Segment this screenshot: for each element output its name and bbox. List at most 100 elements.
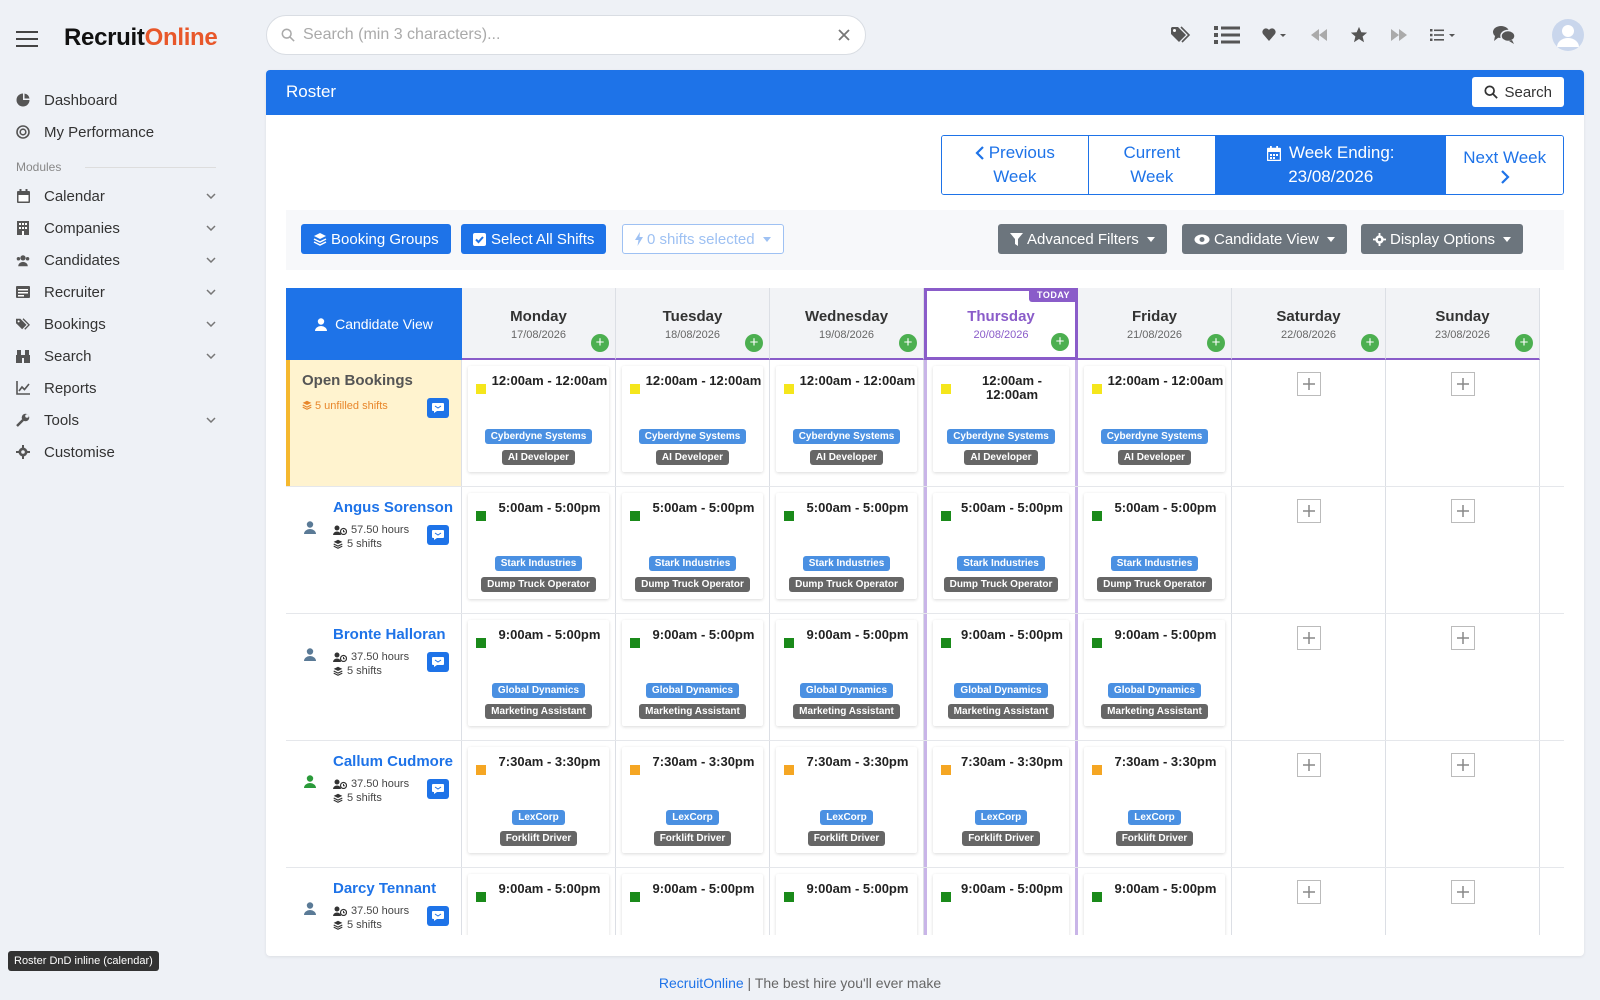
shift-card[interactable]: 9:00am - 5:00pm Global Dynamics Marketing …	[622, 620, 763, 726]
candidate-view-dropdown[interactable]: Candidate View	[1182, 224, 1347, 254]
shift-card[interactable]: 5:00am - 5:00pm Stark Industries Dump Truc…	[776, 493, 917, 599]
add-shift-button[interactable]: +	[591, 334, 609, 352]
add-shift-box-button[interactable]	[1450, 753, 1475, 777]
shift-card[interactable]: 5:00am - 5:00pm Stark Industries Dump Truc…	[622, 493, 763, 599]
sidebar-item-my-performance[interactable]: My Performance	[16, 116, 216, 148]
shift-card[interactable]: 9:00am - 5:00pm	[1084, 874, 1225, 935]
sidebar-item-dashboard[interactable]: Dashboard	[16, 84, 216, 116]
rewind-icon[interactable]	[1310, 28, 1328, 42]
shift-card[interactable]: 12:00am - 12:00am Cyberdyne Systems AI Dev…	[776, 366, 917, 472]
add-shift-box-button[interactable]	[1296, 880, 1321, 904]
day-cell: 7:30am - 3:30pm LexCorp Forklift Driver	[616, 741, 770, 867]
select-all-shifts-button[interactable]: Select All Shifts	[461, 224, 607, 254]
shift-card[interactable]: 9:00am - 5:00pm	[622, 874, 763, 935]
shift-time: 9:00am - 5:00pm	[652, 627, 755, 642]
candidate-name[interactable]: Darcy Tennant	[333, 880, 436, 897]
clear-search-icon[interactable]	[837, 28, 851, 42]
shift-card[interactable]: 7:30am - 3:30pm LexCorp Forklift Driver	[1084, 747, 1225, 853]
next-week-label: Next Week	[1463, 148, 1547, 167]
shift-card[interactable]: 12:00am - 12:00am Cyberdyne Systems AI Dev…	[933, 366, 1069, 472]
add-shift-button[interactable]: +	[1515, 334, 1533, 352]
add-shift-button[interactable]: +	[899, 334, 917, 352]
shift-card[interactable]: 7:30am - 3:30pm LexCorp Forklift Driver	[933, 747, 1069, 853]
tag-icon[interactable]	[1170, 26, 1192, 44]
list-icon[interactable]	[1214, 25, 1240, 45]
shift-card[interactable]: 12:00am - 12:00am Cyberdyne Systems AI Dev…	[1084, 366, 1225, 472]
message-icon[interactable]	[427, 398, 449, 418]
add-shift-button[interactable]: +	[1207, 334, 1225, 352]
sidebar-item-customise[interactable]: Customise	[16, 436, 216, 468]
company-badge: Cyberdyne Systems	[776, 426, 917, 444]
company-label: Global Dynamics	[645, 683, 740, 698]
sidebar-item-bookings[interactable]: Bookings	[16, 308, 216, 340]
user-avatar[interactable]	[1552, 19, 1584, 51]
add-shift-box-button[interactable]	[1296, 753, 1321, 777]
booking-groups-button[interactable]: Booking Groups	[301, 224, 451, 254]
chat-icon[interactable]	[1492, 25, 1516, 45]
advanced-filters-dropdown[interactable]: Advanced Filters	[998, 224, 1167, 254]
roster-row: Angus Sorenson 57.50 hours 5 shifts 5:00am …	[286, 487, 1564, 614]
search-input[interactable]	[303, 26, 837, 44]
shift-card[interactable]: 9:00am - 5:00pm	[776, 874, 917, 935]
role-badge: AI Developer	[622, 447, 763, 465]
shift-status-indicator	[630, 384, 640, 394]
shift-card[interactable]: 12:00am - 12:00am Cyberdyne Systems AI Dev…	[622, 366, 763, 472]
current-week-button[interactable]: Current Week	[1088, 136, 1217, 194]
shift-card[interactable]: 9:00am - 5:00pm	[933, 874, 1069, 935]
add-shift-box-button[interactable]	[1450, 880, 1475, 904]
add-shift-button[interactable]: +	[1361, 334, 1379, 352]
shift-card[interactable]: 5:00am - 5:00pm Stark Industries Dump Truc…	[1084, 493, 1225, 599]
sidebar-item-tools[interactable]: Tools	[16, 404, 216, 436]
footer-brand-link[interactable]: RecruitOnline	[659, 975, 744, 991]
add-shift-button[interactable]: +	[1051, 333, 1069, 351]
candidate-name[interactable]: Bronte Halloran	[333, 626, 446, 643]
message-icon[interactable]	[427, 652, 449, 672]
sidebar-item-recruiter[interactable]: Recruiter	[16, 276, 216, 308]
sidebar-item-search[interactable]: Search	[16, 340, 216, 372]
sidebar-item-reports[interactable]: Reports	[16, 372, 216, 404]
add-shift-box-button[interactable]	[1450, 372, 1475, 396]
message-icon[interactable]	[427, 525, 449, 545]
message-icon[interactable]	[427, 779, 449, 799]
shift-card[interactable]: 12:00am - 12:00am Cyberdyne Systems AI Dev…	[468, 366, 609, 472]
shift-card[interactable]: 9:00am - 5:00pm Global Dynamics Marketing …	[933, 620, 1069, 726]
message-icon[interactable]	[427, 906, 449, 926]
candidate-name[interactable]: Angus Sorenson	[333, 499, 453, 516]
sidebar-item-candidates[interactable]: Candidates	[16, 244, 216, 276]
shift-card[interactable]: 5:00am - 5:00pm Stark Industries Dump Truc…	[933, 493, 1069, 599]
add-shift-button[interactable]: +	[745, 334, 763, 352]
display-options-dropdown[interactable]: Display Options	[1361, 224, 1524, 254]
company-label: Stark Industries	[648, 556, 737, 571]
shift-card[interactable]: 9:00am - 5:00pm Global Dynamics Marketing …	[776, 620, 917, 726]
add-shift-box-button[interactable]	[1296, 626, 1321, 650]
shift-card[interactable]: 9:00am - 5:00pm	[468, 874, 609, 935]
shift-card[interactable]: 7:30am - 3:30pm LexCorp Forklift Driver	[468, 747, 609, 853]
add-shift-box-button[interactable]	[1450, 626, 1475, 650]
candidate-view-header[interactable]: Candidate View	[286, 288, 462, 360]
candidate-name[interactable]: Callum Cudmore	[333, 753, 453, 770]
star-icon[interactable]	[1350, 26, 1368, 44]
shift-card[interactable]: 9:00am - 5:00pm Global Dynamics Marketing …	[468, 620, 609, 726]
fast-forward-icon[interactable]	[1390, 28, 1408, 42]
add-shift-box-button[interactable]	[1296, 372, 1321, 396]
shifts-selected-dropdown[interactable]: 0 shifts selected	[622, 224, 784, 254]
day-cell: 5:00am - 5:00pm Stark Industries Dump Truc…	[1078, 487, 1232, 613]
previous-week-button[interactable]: Previous Week	[942, 136, 1089, 194]
brand-logo[interactable]: RecruitOnline	[64, 24, 218, 52]
next-week-button[interactable]: Next Week	[1446, 136, 1563, 194]
roster-search-button[interactable]: Search	[1472, 77, 1564, 107]
chevron-down-icon	[206, 353, 216, 359]
menu-toggle-icon[interactable]	[16, 31, 38, 52]
shift-card[interactable]: 7:30am - 3:30pm LexCorp Forklift Driver	[622, 747, 763, 853]
shift-card[interactable]: 9:00am - 5:00pm Global Dynamics Marketing …	[1084, 620, 1225, 726]
week-ending-button[interactable]: Week Ending: 23/08/2026	[1216, 136, 1447, 194]
candidate-hours: 37.50 hours	[333, 905, 409, 917]
sidebar-item-calendar[interactable]: Calendar	[16, 180, 216, 212]
favorites-dropdown-icon[interactable]	[1262, 27, 1288, 43]
add-shift-box-button[interactable]	[1296, 499, 1321, 523]
add-shift-box-button[interactable]	[1450, 499, 1475, 523]
shift-card[interactable]: 7:30am - 3:30pm LexCorp Forklift Driver	[776, 747, 917, 853]
list-options-dropdown-icon[interactable]	[1430, 28, 1458, 42]
shift-card[interactable]: 5:00am - 5:00pm Stark Industries Dump Truc…	[468, 493, 609, 599]
sidebar-item-companies[interactable]: Companies	[16, 212, 216, 244]
